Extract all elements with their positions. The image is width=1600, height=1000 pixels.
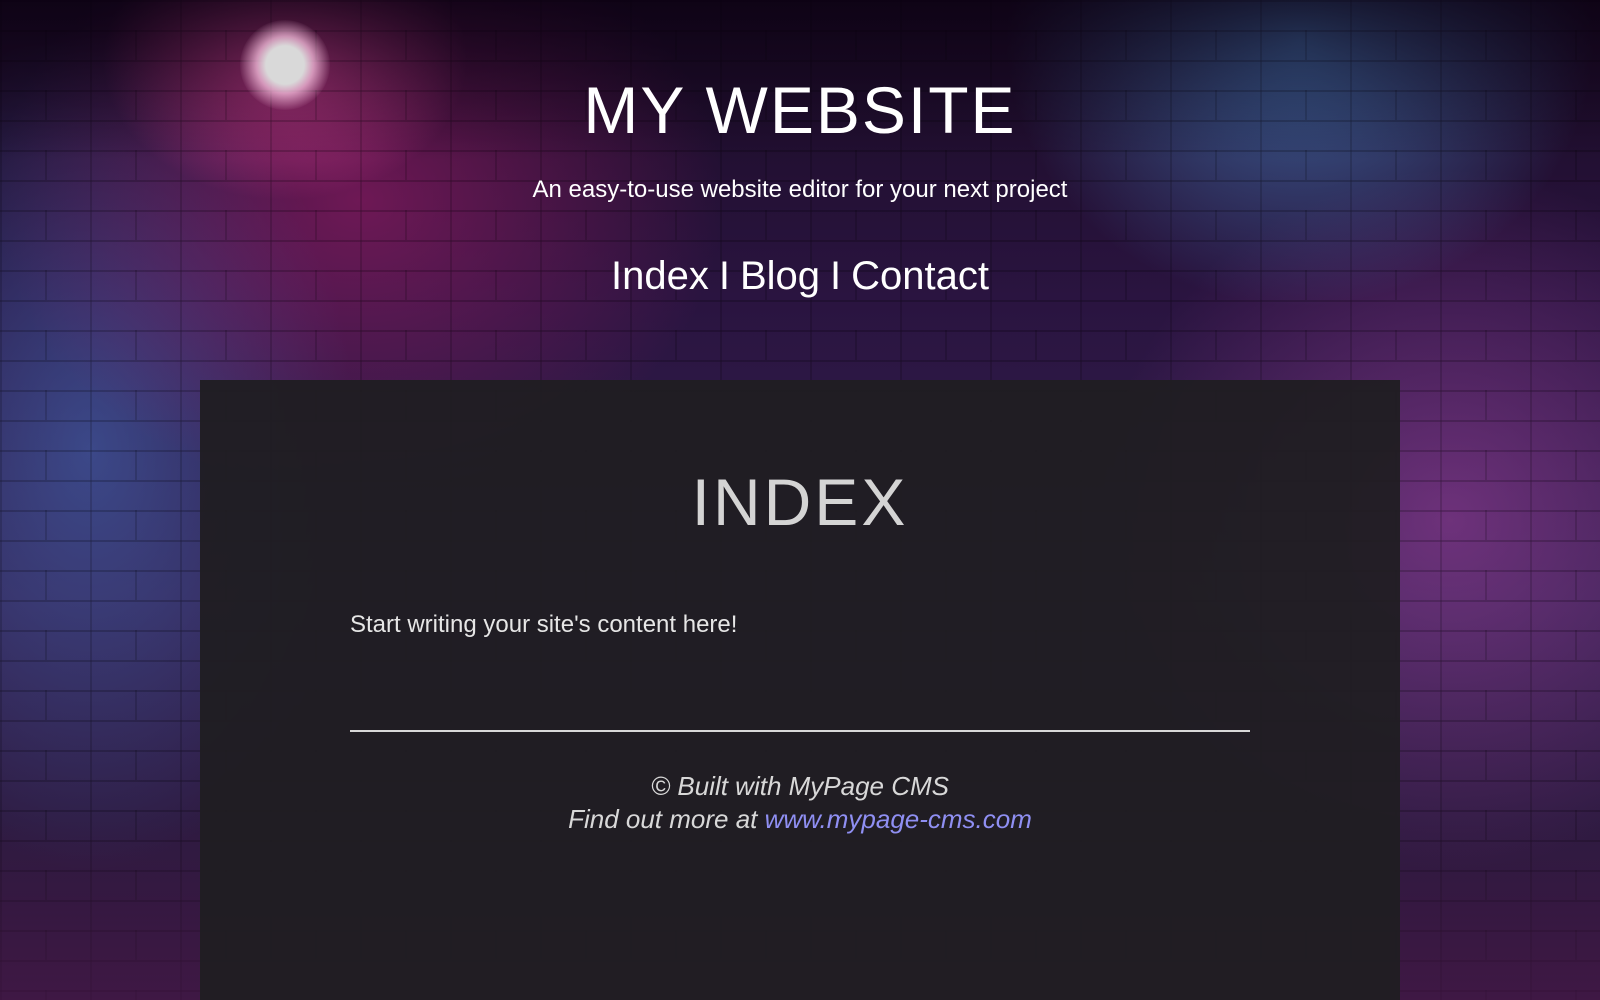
page-body-text: Start writing your site's content here! <box>350 611 738 638</box>
nav-separator: I <box>718 254 730 298</box>
page-heading: INDEX <box>691 465 909 539</box>
footer-cms-link[interactable]: www.mypage-cms.com <box>765 804 1032 834</box>
footer-divider <box>350 730 1250 732</box>
main-nav: Index I Blog I Contact <box>0 248 1600 304</box>
site-title: MY WEBSITE <box>583 73 1017 147</box>
nav-link-contact[interactable]: Contact <box>851 254 989 298</box>
footer-built-with: © Built with MyPage CMS <box>650 771 950 801</box>
site-tagline: An easy-to-use website editor for your n… <box>532 176 1068 203</box>
footer-find-more: Find out more at www.mypage-cms.com <box>200 803 1400 836</box>
nav-link-index[interactable]: Index <box>611 254 709 298</box>
nav-separator: I <box>830 254 842 298</box>
page-background: MY WEBSITE An easy-to-use website editor… <box>0 0 1600 1000</box>
footer-find-more-prefix: Find out more at <box>568 804 758 834</box>
nav-link-blog[interactable]: Blog <box>740 254 820 298</box>
site-footer: © Built with MyPage CMS Find out more at… <box>200 770 1400 836</box>
